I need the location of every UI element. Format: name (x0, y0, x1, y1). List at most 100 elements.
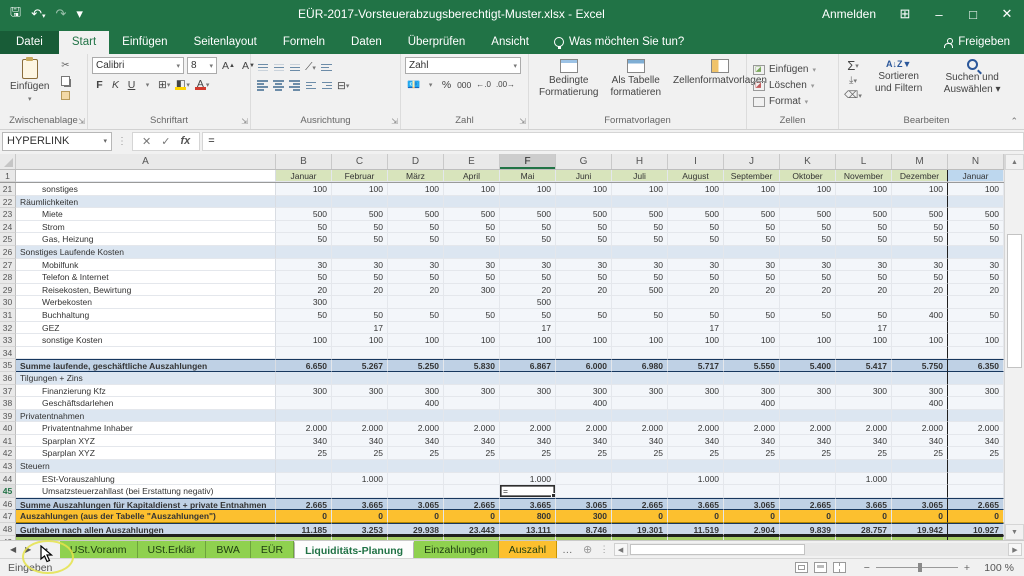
cell-M23[interactable]: 500 (892, 208, 948, 221)
cell-A29[interactable]: Reisekosten, Bewirtung (16, 284, 276, 297)
cell-N38[interactable] (948, 397, 1004, 410)
align-right-icon[interactable] (287, 78, 302, 93)
row-header-36[interactable]: 36 (0, 372, 16, 385)
tab-overflow-right[interactable]: … (557, 541, 579, 558)
percent-style-icon[interactable]: % (439, 77, 454, 92)
cell-M38[interactable]: 400 (892, 397, 948, 410)
cell-L40[interactable]: 2.000 (836, 422, 892, 435)
cell-F29[interactable]: 20 (500, 284, 556, 297)
cell-I22[interactable] (668, 196, 724, 209)
row-header-32[interactable]: 32 (0, 322, 16, 335)
cell-G30[interactable] (556, 296, 612, 309)
tab-overflow-left[interactable]: •• (40, 545, 50, 554)
cell-F48[interactable]: 13.111 (500, 523, 556, 536)
cell-H25[interactable]: 50 (612, 233, 668, 246)
cell-L27[interactable]: 30 (836, 259, 892, 272)
cell-G44[interactable] (556, 473, 612, 486)
cell-C43[interactable] (332, 460, 388, 473)
scroll-down-icon[interactable]: ▼ (1005, 524, 1024, 540)
cell-D41[interactable]: 340 (388, 435, 444, 448)
cell-L32[interactable]: 17 (836, 322, 892, 335)
cell-I36[interactable] (668, 372, 724, 385)
tell-me-box[interactable]: Was möchten Sie tun? (542, 31, 696, 54)
share-button[interactable]: Freigeben (930, 31, 1024, 54)
cell-A45[interactable]: Umsatzsteuerzahllast (bei Erstattung neg… (16, 485, 276, 498)
cell-E30[interactable] (444, 296, 500, 309)
cell-C29[interactable]: 20 (332, 284, 388, 297)
cell-L30[interactable] (836, 296, 892, 309)
cell-M25[interactable]: 50 (892, 233, 948, 246)
cell-B31[interactable]: 50 (276, 309, 332, 322)
cell-B39[interactable] (276, 410, 332, 423)
cell-M48[interactable]: 19.942 (892, 523, 948, 536)
cell-F21[interactable]: 100 (500, 183, 556, 196)
cell-G47[interactable]: 300 (556, 510, 612, 523)
cell-I45[interactable] (668, 485, 724, 498)
cell-G39[interactable] (556, 410, 612, 423)
undo-icon[interactable]: ↶▾ (31, 6, 45, 22)
tab-seitenlayout[interactable]: Seitenlayout (181, 31, 270, 54)
vertical-scrollbar[interactable]: ▲ ▼ (1004, 154, 1024, 540)
row-header-35[interactable]: 35 (0, 359, 16, 372)
row-header-34[interactable]: 34 (0, 347, 16, 360)
cell-G26[interactable] (556, 246, 612, 259)
cell-M27[interactable]: 30 (892, 259, 948, 272)
cell-B47[interactable]: 0 (276, 510, 332, 523)
cell-C33[interactable]: 100 (332, 334, 388, 347)
name-box[interactable]: HYPERLINK▾ (2, 132, 112, 151)
cell-H47[interactable]: 0 (612, 510, 668, 523)
cell-L41[interactable]: 340 (836, 435, 892, 448)
cell-C35[interactable]: 5.267 (332, 359, 388, 372)
cell-L36[interactable] (836, 372, 892, 385)
cell-K32[interactable] (780, 322, 836, 335)
row-header-29[interactable]: 29 (0, 284, 16, 297)
cell-C25[interactable]: 50 (332, 233, 388, 246)
horizontal-scrollbar[interactable]: ◀ ▶ (614, 543, 1022, 556)
cell-L43[interactable] (836, 460, 892, 473)
cell-A22[interactable]: Räumlichkeiten (16, 196, 276, 209)
minimize-button[interactable]: – (922, 0, 956, 28)
cell-D45[interactable] (388, 485, 444, 498)
column-header-G[interactable]: G (556, 154, 612, 169)
column-header-I[interactable]: I (668, 154, 724, 169)
cell-E41[interactable]: 340 (444, 435, 500, 448)
save-icon[interactable]: 🖫 (10, 3, 21, 25)
cell-E47[interactable]: 0 (444, 510, 500, 523)
cell-I34[interactable] (668, 347, 724, 360)
cell-L48[interactable]: 28.757 (836, 523, 892, 536)
cell-D36[interactable] (388, 372, 444, 385)
cell-L21[interactable]: 100 (836, 183, 892, 196)
cell-I33[interactable]: 100 (668, 334, 724, 347)
cell-I27[interactable]: 30 (668, 259, 724, 272)
cell-H42[interactable]: 25 (612, 447, 668, 460)
cell-M24[interactable]: 50 (892, 221, 948, 234)
active-cell-F45[interactable]: = (500, 485, 556, 498)
row-header-40[interactable]: 40 (0, 422, 16, 435)
cell-H43[interactable] (612, 460, 668, 473)
normal-view-icon[interactable] (795, 562, 808, 573)
cell-D27[interactable]: 30 (388, 259, 444, 272)
cell-D21[interactable]: 100 (388, 183, 444, 196)
cell-N37[interactable]: 300 (948, 385, 1004, 398)
cell-C37[interactable]: 300 (332, 385, 388, 398)
cell-M21[interactable]: 100 (892, 183, 948, 196)
cell-D33[interactable]: 100 (388, 334, 444, 347)
cell-C40[interactable]: 2.000 (332, 422, 388, 435)
cell-N33[interactable]: 100 (948, 334, 1004, 347)
cell-D30[interactable] (388, 296, 444, 309)
cell-D42[interactable]: 25 (388, 447, 444, 460)
cell-L47[interactable]: 0 (836, 510, 892, 523)
cancel-entry-icon[interactable]: ✕ (142, 135, 151, 148)
cell-G34[interactable] (556, 347, 612, 360)
cell-N32[interactable] (948, 322, 1004, 335)
cell-H36[interactable] (612, 372, 668, 385)
cell-H31[interactable]: 50 (612, 309, 668, 322)
align-left-icon[interactable] (255, 78, 270, 93)
cell-A35[interactable]: Summe laufende, geschäftliche Auszahlung… (16, 359, 276, 372)
cell-C23[interactable]: 500 (332, 208, 388, 221)
cell-J38[interactable]: 400 (724, 397, 780, 410)
format-as-table-button[interactable]: Als Tabelle formatieren (604, 57, 667, 100)
column-header-J[interactable]: J (724, 154, 780, 169)
row-header-22[interactable]: 22 (0, 196, 16, 209)
number-format-combo[interactable]: Zahl▾ (405, 57, 521, 74)
